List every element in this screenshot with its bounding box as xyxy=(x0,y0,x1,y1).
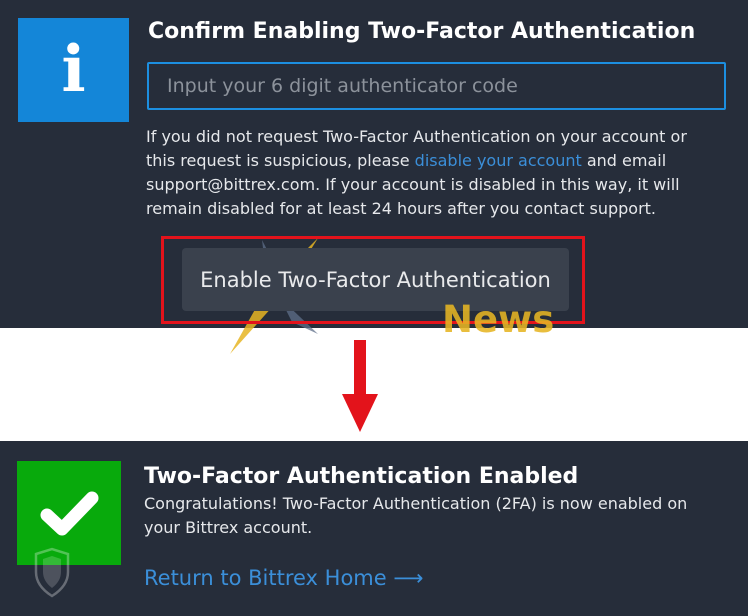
confirm-2fa-panel: i Confirm Enabling Two-Factor Authentica… xyxy=(0,0,748,354)
authenticator-code-input[interactable] xyxy=(147,62,726,110)
right-arrow-icon: ⟶ xyxy=(393,566,424,590)
return-home-label: Return to Bittrex Home xyxy=(144,566,387,590)
security-note: If you did not request Two-Factor Authen… xyxy=(146,125,736,221)
disable-account-link[interactable]: disable your account xyxy=(415,151,582,170)
note-line-4: remain disabled for at least 24 hours af… xyxy=(146,199,657,218)
note-line-1: If you did not request Two-Factor Authen… xyxy=(146,127,687,146)
note-line-3: support@bittrex.com. If your account is … xyxy=(146,175,680,194)
info-icon-box: i xyxy=(18,18,129,122)
enabled-title: Two-Factor Authentication Enabled xyxy=(144,464,579,489)
congrats-message: Congratulations! Two-Factor Authenticati… xyxy=(144,492,734,540)
watermark-news-text: News xyxy=(442,298,555,341)
info-icon: i xyxy=(61,32,86,107)
note-line-2: this request is suspicious, please disab… xyxy=(146,149,736,173)
watermark-shield-icon xyxy=(34,547,70,598)
congrats-line-2: your Bittrex account. xyxy=(144,518,313,537)
down-arrow-icon xyxy=(342,340,378,432)
congrats-line-1: Congratulations! Two-Factor Authenticati… xyxy=(144,494,688,513)
note-line-2-prefix: this request is suspicious, please xyxy=(146,151,415,170)
note-line-2-suffix: and email xyxy=(581,151,667,170)
confirm-title: Confirm Enabling Two-Factor Authenticati… xyxy=(148,19,696,44)
return-home-link[interactable]: Return to Bittrex Home ⟶ xyxy=(144,566,423,590)
